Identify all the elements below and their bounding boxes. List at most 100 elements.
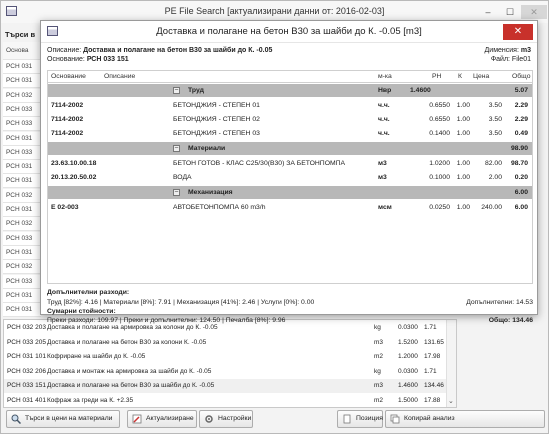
table-row[interactable]: 20.13.20.50.02 ВОДА м3 0.1000 1.00 2.00 0.20 <box>48 171 532 184</box>
copy-analysis-button[interactable]: Копирай анализ <box>385 410 545 428</box>
col-description[interactable]: Описание <box>104 73 135 80</box>
left-code-cell[interactable]: РСН 031 <box>3 203 41 217</box>
row-price: 3.50 <box>488 116 502 123</box>
row-total: 2.29 <box>514 102 528 109</box>
row-total: 0.49 <box>514 130 528 137</box>
dialog-close-button[interactable]: ✕ <box>503 24 533 40</box>
table-row[interactable]: Е 02-003 АВТОБЕТОНПОМПА 60 m3/h мсм 0.0250 1… <box>48 201 532 214</box>
row-description: БЕТОНДЖИЯ - СТЕПЕН 03 <box>173 130 260 137</box>
group-row[interactable]: – Механизация 6.00 <box>48 186 532 199</box>
group-name: Материали <box>188 145 226 152</box>
left-code-cell[interactable]: РСН 033 <box>3 145 41 160</box>
list-item[interactable]: РСН 032 206 Доставка и монтаж на армировк… <box>4 365 447 379</box>
left-code-cell[interactable]: РСН 033 <box>3 231 41 246</box>
list-item[interactable]: РСН 033 205 Доставка и полагане на бетон … <box>4 336 447 350</box>
left-code-cell[interactable]: РСН 032 <box>3 88 41 103</box>
extra-costs-label: Допълнителни разходи: <box>47 289 130 296</box>
table-row[interactable]: 7114-2002 БЕТОНДЖИЯ - СТЕПЕН 02 ч.ч. 0.6550… <box>48 113 532 126</box>
collapse-icon[interactable]: – <box>173 145 180 152</box>
basis-line: Основание: РСН 033 151 <box>47 56 129 63</box>
main-close-button[interactable]: ✕ <box>521 5 547 19</box>
left-code-cell[interactable]: РСН 031 <box>3 60 41 74</box>
row-unit: ч.ч. <box>378 116 390 123</box>
list-item[interactable]: РСН 033 151 Доставка и полагане на бетон … <box>4 379 447 393</box>
row-unit: ч.ч. <box>378 130 390 137</box>
list-scrollbar[interactable]: ⌄ <box>446 320 456 407</box>
left-code-cell[interactable]: РСН 031 <box>3 303 41 318</box>
list-item-price: 1.71 <box>424 324 437 331</box>
left-code-cell[interactable]: РСН 031 <box>3 245 41 260</box>
row-code: 7114-2002 <box>51 130 84 137</box>
row-price: 2.00 <box>488 174 502 181</box>
analysis-table: Основание Описание м-ка РН К Цена Общо –… <box>47 70 533 284</box>
left-code-cell[interactable]: РСН 032 <box>3 217 41 232</box>
row-unit: м3 <box>378 174 387 181</box>
dimension-line: Дименсия: m3 <box>484 47 531 54</box>
list-item[interactable]: РСН 031 401 Кофраж за греди на К. +2.35 m2… <box>4 394 447 408</box>
left-code-cell[interactable]: РСН 033 <box>3 117 41 132</box>
row-code: Е 02-003 <box>51 204 79 211</box>
row-description: АВТОБЕТОНПОМПА 60 m3/h <box>173 204 266 211</box>
table-row[interactable]: 23.63.10.00.18 БЕТОН ГОТОВ - КЛАС С25/30(… <box>48 157 532 170</box>
scroll-down-icon[interactable]: ⌄ <box>448 397 454 405</box>
list-item-price: 131.65 <box>424 338 444 346</box>
position-button[interactable]: Позиция <box>337 410 383 428</box>
left-code-cell[interactable]: РСН 031 <box>3 288 41 303</box>
row-rn: 0.0250 <box>429 204 450 211</box>
row-code: 7114-2002 <box>51 102 84 109</box>
list-item-unit: kg <box>374 367 381 375</box>
table-row[interactable]: 7114-2002 БЕТОНДЖИЯ - СТЕПЕН 03 ч.ч. 0.1400… <box>48 127 532 140</box>
col-rn[interactable]: РН <box>432 73 441 80</box>
list-item-description: Кофраж за греди на К. +2.35 <box>47 396 134 404</box>
table-row[interactable]: 7114-2002 БЕТОНДЖИЯ - СТЕПЕН 01 ч.ч. 0.6550… <box>48 99 532 112</box>
row-code: 20.13.20.50.02 <box>51 174 97 181</box>
list-item-unit: m2 <box>374 353 384 360</box>
list-item-qty: 1.4600 <box>398 382 418 389</box>
search-materials-button[interactable]: Търси в цени на материали <box>6 410 120 428</box>
group-row[interactable]: – Материали 98.90 <box>48 142 532 155</box>
list-item-price: 134.46 <box>424 382 444 389</box>
left-code-cell[interactable]: РСН 032 <box>3 260 41 275</box>
left-code-cell[interactable]: РСН 031 <box>3 74 41 89</box>
list-item-code: РСН 031 401 <box>7 396 46 404</box>
list-item-qty: 1.2000 <box>398 353 418 360</box>
list-item-qty: 0.0300 <box>398 324 418 331</box>
group-name: Труд <box>188 87 204 94</box>
collapse-icon[interactable]: – <box>173 87 180 94</box>
left-code-cell[interactable]: РСН 031 <box>3 160 41 175</box>
maximize-button[interactable]: ☐ <box>499 5 521 19</box>
left-code-cell[interactable]: РСН 032 <box>3 188 41 203</box>
dialog-title: Доставка и полагане на бетон В30 за шайб… <box>156 26 422 37</box>
collapse-icon[interactable]: – <box>173 189 180 196</box>
list-item-unit: m3 <box>374 338 384 346</box>
list-item-unit: m3 <box>374 382 384 389</box>
list-item-code: РСН 032 203 <box>7 324 46 331</box>
left-code-cell[interactable]: РСН 033 <box>3 274 41 289</box>
col-price[interactable]: Цена <box>473 73 489 80</box>
dialog-title-bar: Доставка и полагане на бетон В30 за шайб… <box>41 21 537 43</box>
group-total: 5.07 <box>514 87 528 94</box>
update-button[interactable]: Актуализиране <box>127 410 197 428</box>
row-k: 1.00 <box>456 116 470 123</box>
group-total: 98.90 <box>510 145 528 152</box>
list-item-unit: kg <box>374 324 381 331</box>
col-unit[interactable]: м-ка <box>378 73 392 80</box>
main-window-title: PE File Search [актуализирани данни от: … <box>164 6 385 16</box>
col-total[interactable]: Общо <box>512 73 530 80</box>
list-item[interactable]: РСН 031 101 Кофриране на шайби до К. -0.0… <box>4 350 447 364</box>
results-list: РСН 032 203 Доставка и полагане на армиро… <box>3 319 457 408</box>
analysis-dialog: Доставка и полагане на бетон В30 за шайб… <box>40 20 538 324</box>
left-code-cell[interactable]: РСН 031 <box>3 174 41 189</box>
search-icon <box>11 414 21 424</box>
group-row[interactable]: – Труд Нвр 1.4600 5.07 <box>48 84 532 97</box>
col-k[interactable]: К <box>458 73 462 80</box>
col-basis[interactable]: Основание <box>51 73 86 80</box>
group-total: 6.00 <box>514 189 528 196</box>
settings-button[interactable]: Настройки <box>199 410 253 428</box>
left-code-cell[interactable]: РСН 033 <box>3 102 41 117</box>
minimize-button[interactable]: – <box>477 5 499 19</box>
list-item-description: Доставка и полагане на бетон В30 за коло… <box>47 338 207 346</box>
left-code-cell[interactable]: РСН 031 <box>3 131 41 146</box>
list-item-qty: 1.5000 <box>398 396 418 404</box>
summary-label: Сумарни стойности: <box>47 308 116 315</box>
